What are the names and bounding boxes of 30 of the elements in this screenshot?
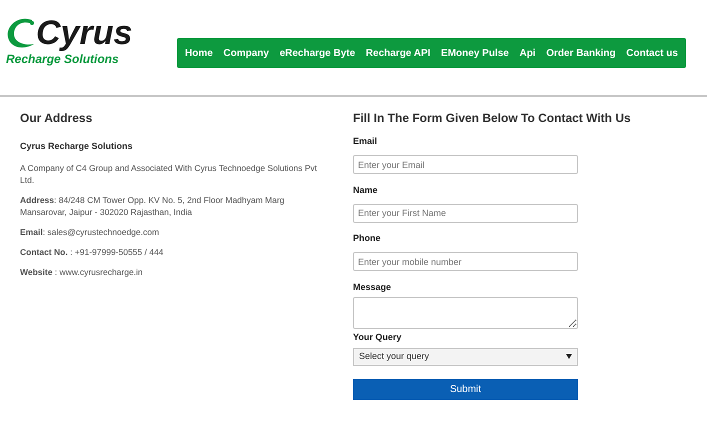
nav-link[interactable]: eRecharge Byte [280, 46, 356, 60]
nav-link[interactable]: Home [185, 46, 213, 60]
submit-button[interactable]: Submit [353, 378, 578, 400]
field-label: Message [353, 280, 392, 294]
nav-link[interactable]: Api [519, 46, 536, 60]
logo-tagline: Recharge Solutions [6, 51, 120, 68]
form-heading: Fill In The Form Given Below To Contact With Us [353, 110, 632, 127]
input-field[interactable]: Enter your Email [353, 155, 578, 174]
input-field[interactable]: Enter your First Name [353, 204, 578, 222]
nav-link[interactable]: Order Banking [546, 46, 616, 60]
address-text: Contact No. : +91-97999-50555 / 444 [20, 246, 164, 258]
section-heading: Our Address [20, 110, 94, 127]
field-label: Phone [353, 232, 382, 245]
message-field[interactable] [353, 297, 578, 329]
address-text: Email: sales@cyrustechnoedge.com [20, 226, 160, 238]
query-dropdown[interactable]: Select your query [353, 348, 578, 366]
nav-link[interactable]: Contact us [626, 46, 678, 60]
address-text: A Company of C4 Group and Associated With Cyrus Technoedge Solutions Pvt Ltd. [20, 162, 318, 186]
company-name: Cyrus Recharge Solutions [20, 140, 134, 153]
nav-link[interactable]: Company [223, 46, 269, 60]
address-text: Website : www.cyrusrecharge.in [20, 266, 144, 278]
field-label: Your Query [353, 331, 402, 344]
field-label: Name [353, 184, 379, 196]
address-text: Address: 84/248 CM Tower Opp. KV No. 5, 2nd Floor Madhyam Marg Mansarovar, Jaipur - 302020 Rajasthan, India [20, 194, 286, 218]
input-field[interactable]: Enter your mobile number [353, 252, 578, 271]
nav-link[interactable]: Recharge API [366, 46, 430, 60]
field-label: Email [353, 135, 378, 148]
nav-link[interactable]: EMoney Pulse [441, 46, 509, 60]
logo-text: Cyrus [36, 16, 132, 50]
caret-icon [566, 354, 572, 359]
